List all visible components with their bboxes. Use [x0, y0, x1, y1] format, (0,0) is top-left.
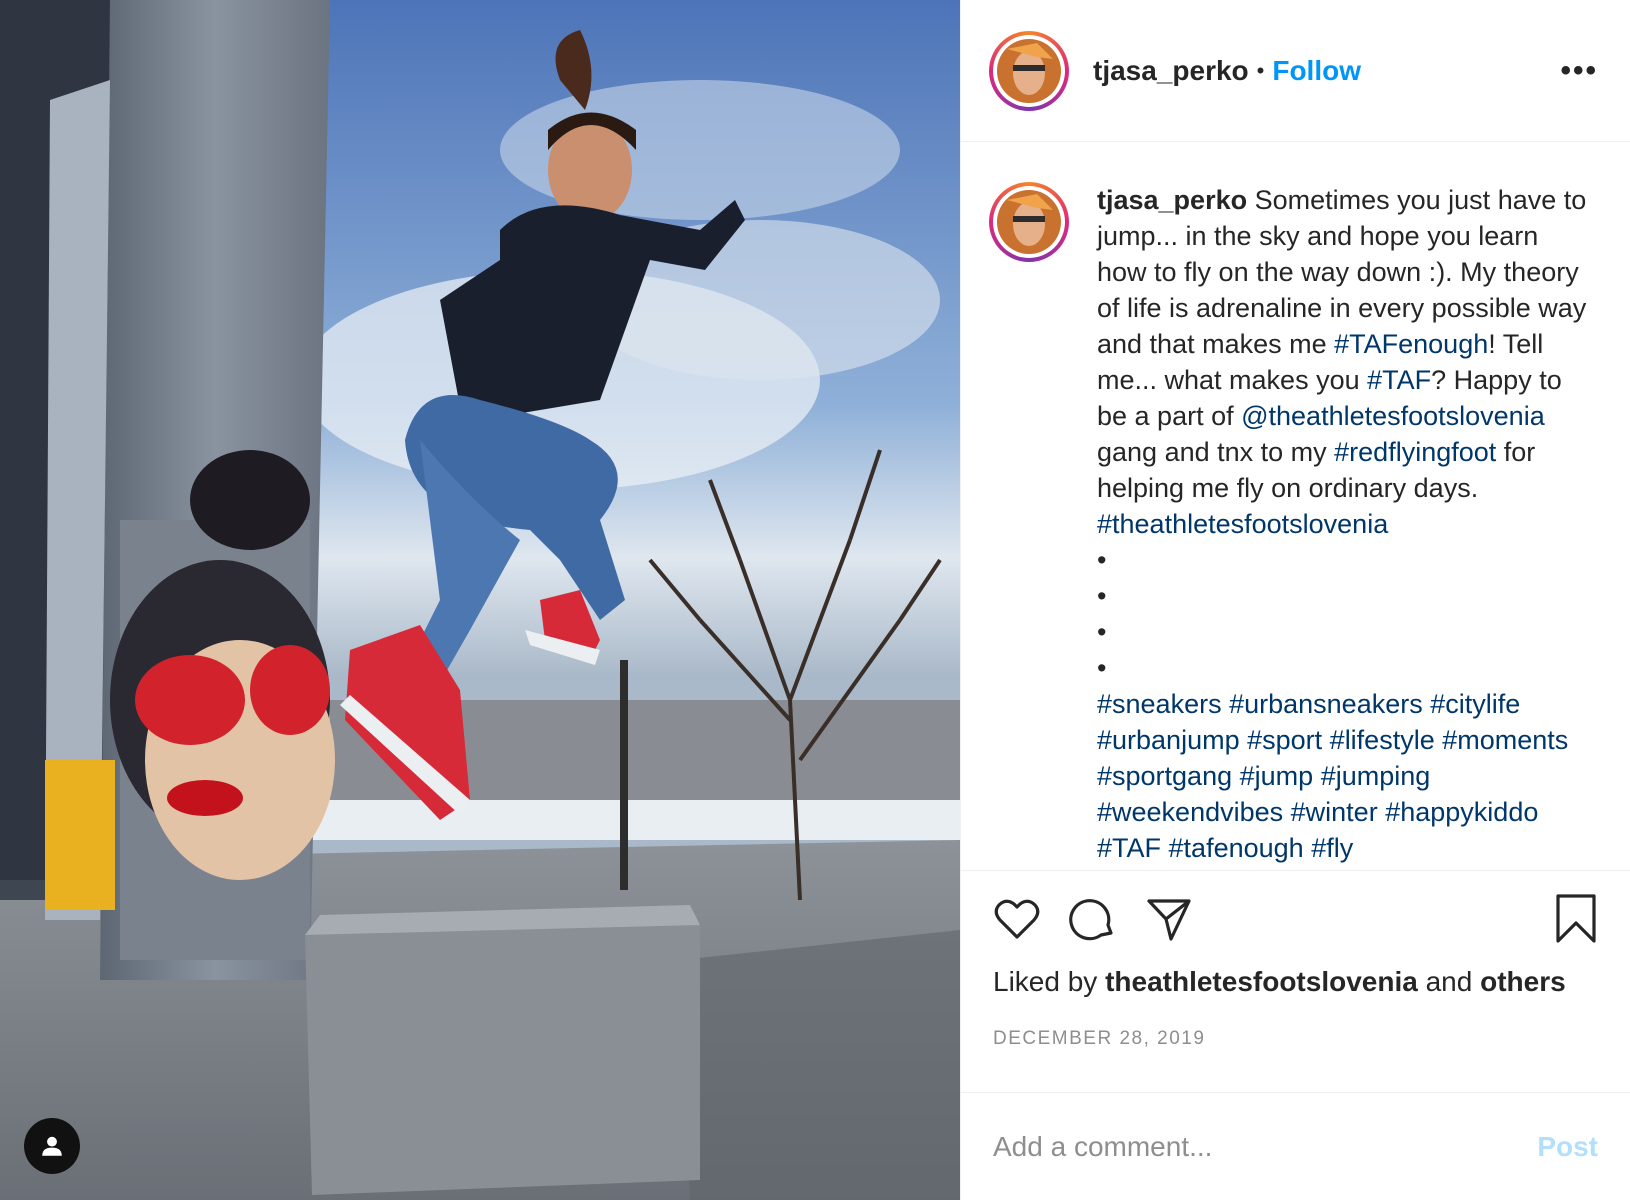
caption-avatar-image	[997, 190, 1061, 254]
more-options-icon[interactable]: •••	[1556, 54, 1602, 88]
caption-avatar[interactable]	[989, 182, 1069, 262]
hashtag-link[interactable]: #tafenough	[1169, 833, 1304, 863]
caption-username[interactable]: tjasa_perko	[1097, 185, 1247, 215]
likes-prefix: Liked by	[993, 966, 1106, 997]
hashtag-link[interactable]: #theathletesfootslovenia	[1097, 509, 1388, 539]
bullet: •	[1097, 545, 1107, 575]
share-button[interactable]	[1145, 895, 1193, 943]
bullet: •	[1097, 653, 1107, 683]
hashtag-link[interactable]: #TAF	[1097, 833, 1161, 863]
likes-others[interactable]: others	[1480, 966, 1566, 997]
hashtag-link[interactable]: #fly	[1311, 833, 1353, 863]
mention-link[interactable]: @theathletesfootslovenia	[1241, 401, 1545, 431]
follow-button[interactable]: Follow	[1272, 55, 1361, 87]
likes-user[interactable]: theathletesfootslovenia	[1105, 966, 1418, 997]
likes-summary: Liked by theathletesfootslovenia and oth…	[961, 966, 1630, 1002]
caption-area: tjasa_perko Sometimes you just have to j…	[961, 142, 1630, 870]
hashtag-link[interactable]: #jumping	[1321, 761, 1431, 791]
share-icon	[1147, 898, 1191, 941]
hashtag-link[interactable]: #sneakers	[1097, 689, 1222, 719]
header-username[interactable]: tjasa_perko	[1093, 55, 1249, 87]
instagram-post: tjasa_perko • Follow ••• tjasa_perko Som…	[0, 0, 1630, 1200]
bullet-list: • • • •	[1097, 542, 1587, 686]
action-bar	[961, 870, 1630, 966]
header-separator: •	[1256, 57, 1265, 83]
hashtag-link[interactable]: #happykiddo	[1385, 797, 1538, 827]
hashtag-link[interactable]: #citylife	[1430, 689, 1520, 719]
photo-scene	[0, 0, 960, 1200]
hashtag-link[interactable]: #weekendvibes	[1097, 797, 1283, 827]
bullet: •	[1097, 581, 1107, 611]
hashtag-link[interactable]: #sportgang	[1097, 761, 1232, 791]
like-button[interactable]	[993, 895, 1041, 943]
post-sidebar: tjasa_perko • Follow ••• tjasa_perko Som…	[960, 0, 1630, 1200]
hashtag-link[interactable]: #urbansneakers	[1229, 689, 1423, 719]
bullet: •	[1097, 617, 1107, 647]
hashtag-link[interactable]: #moments	[1442, 725, 1568, 755]
post-caption: tjasa_perko Sometimes you just have to j…	[1097, 182, 1587, 870]
post-comment-button[interactable]: Post	[1537, 1131, 1598, 1163]
heart-icon	[994, 899, 1040, 939]
hashtag-link[interactable]: #winter	[1291, 797, 1378, 827]
save-button[interactable]	[1554, 893, 1598, 945]
hashtag-link[interactable]: #lifestyle	[1330, 725, 1435, 755]
comment-icon	[1069, 898, 1113, 940]
avatar-image	[997, 38, 1061, 103]
likes-middle: and	[1417, 966, 1481, 997]
user-tag-icon	[42, 1136, 62, 1156]
comment-box: Add a comment... Post	[961, 1092, 1630, 1200]
bookmark-icon	[1556, 893, 1596, 943]
post-header: tjasa_perko • Follow •••	[961, 0, 1630, 142]
hashtag-link[interactable]: #sport	[1247, 725, 1322, 755]
avatar[interactable]	[989, 30, 1069, 111]
hashtag-link[interactable]: #redflyingfoot	[1334, 437, 1496, 467]
post-photo[interactable]	[0, 0, 960, 1200]
hashtag-link[interactable]: #jump	[1240, 761, 1314, 791]
hashtag-link[interactable]: #TAF	[1367, 365, 1431, 395]
hashtag-link[interactable]: #urbanjump	[1097, 725, 1240, 755]
hashtag-list: #sneakers #urbansneakers #citylife #urba…	[1097, 686, 1587, 866]
hashtag-link[interactable]: #TAFenough	[1334, 329, 1488, 359]
comment-button[interactable]	[1069, 895, 1117, 943]
caption-text-4: gang and tnx to my	[1097, 437, 1335, 467]
post-date[interactable]: DECEMBER 28, 2019	[961, 1002, 1630, 1068]
comment-input[interactable]: Add a comment...	[993, 1131, 1537, 1163]
user-tag-button[interactable]	[24, 1118, 80, 1174]
